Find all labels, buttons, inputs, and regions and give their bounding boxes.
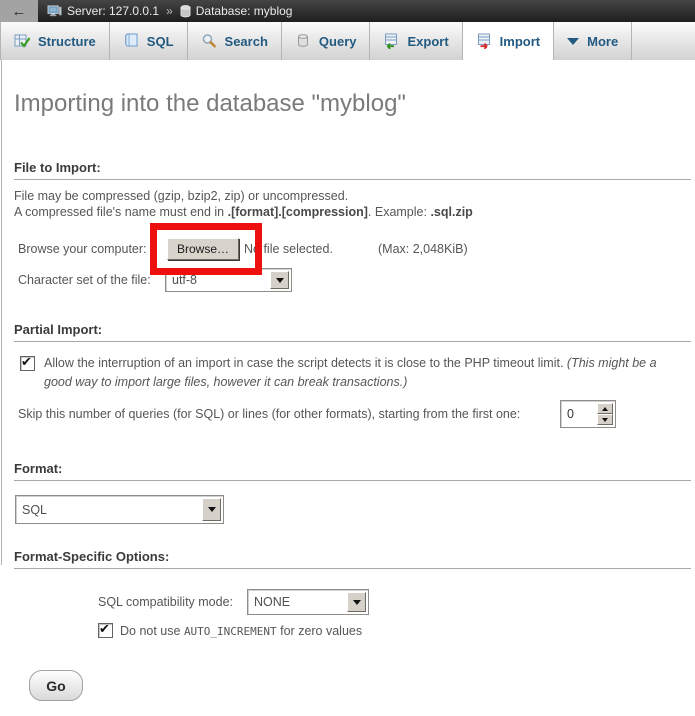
line2-mid: . Example: [368, 205, 431, 219]
sql-compat-select-arrow-icon[interactable] [347, 592, 366, 612]
section-heading-format: Format: [14, 461, 691, 481]
search-icon [201, 33, 217, 49]
tab-more[interactable]: More [554, 22, 632, 60]
section-heading-format-specific: Format-Specific Options: [14, 549, 691, 569]
spinner-down-button[interactable] [597, 414, 613, 425]
compression-info-line2: A compressed file's name must end in .[f… [14, 205, 473, 219]
allow-text-normal: Allow the interruption of an import in c… [44, 356, 567, 370]
sql-compat-select[interactable]: NONE [247, 589, 369, 615]
browse-button-label: Browse… [177, 242, 229, 256]
auto-increment-label: Do not use AUTO_INCREMENT for zero value… [120, 624, 362, 638]
browse-button[interactable]: Browse… [167, 238, 239, 260]
page-title: Importing into the database "myblog" [14, 90, 406, 118]
server-icon [47, 5, 62, 18]
section-heading-partial-import: Partial Import: [14, 322, 691, 342]
skip-queries-input[interactable]: 0 [560, 400, 616, 428]
allow-interruption-label: Allow the interruption of an import in c… [44, 354, 678, 392]
auto-increment-checkbox[interactable]: ✔ [98, 623, 113, 638]
phpmyadmin-import-page: ← Server: 127.0.0.1 » Database: myblog [0, 0, 695, 716]
tab-query[interactable]: Query [282, 22, 371, 60]
export-icon [383, 33, 399, 49]
go-button-label: Go [46, 678, 65, 694]
go-button[interactable]: Go [29, 670, 83, 701]
format-select-arrow-icon[interactable] [202, 498, 221, 521]
content-left-border [1, 60, 2, 565]
query-icon [295, 33, 311, 49]
compression-info-line1: File may be compressed (gzip, bzip2, zip… [14, 189, 348, 203]
skip-queries-label: Skip this number of queries (for SQL) or… [18, 407, 520, 421]
main-content: Importing into the database "myblog" Fil… [0, 60, 695, 716]
section-heading-file-to-import: File to Import: [14, 160, 691, 180]
sql-compat-label: SQL compatibility mode: [98, 595, 233, 609]
skip-queries-value: 0 [567, 407, 574, 421]
tab-sql[interactable]: SQL [110, 22, 188, 60]
tab-search[interactable]: Search [188, 22, 282, 60]
allow-interruption-checkbox[interactable]: ✔ [20, 356, 35, 371]
chevron-down-icon [567, 38, 579, 45]
auto-increment-code: AUTO_INCREMENT [184, 625, 277, 638]
sql-icon [123, 33, 139, 49]
line2-format-pattern: .[format].[compression] [228, 205, 368, 219]
tab-bar: Structure SQL Search Query [0, 22, 695, 60]
tab-label: Query [319, 34, 357, 49]
no-file-selected-text: No file selected. [244, 242, 333, 256]
auto-increment-suffix: for zero values [277, 624, 362, 638]
format-select-value: SQL [22, 503, 47, 517]
tab-label: Search [225, 34, 268, 49]
breadcrumb-server-link[interactable]: Server: 127.0.0.1 [67, 4, 159, 18]
skip-queries-spinner [597, 403, 613, 425]
tab-label: SQL [147, 34, 174, 49]
import-icon [476, 33, 492, 49]
spinner-up-button[interactable] [597, 403, 613, 414]
tab-label: More [587, 34, 618, 49]
charset-label: Character set of the file: [18, 273, 151, 287]
charset-select-arrow-icon[interactable] [270, 271, 289, 289]
tab-label: Structure [38, 34, 96, 49]
database-icon [180, 5, 191, 18]
charset-select[interactable]: utf-8 [165, 268, 292, 292]
line2-prefix: A compressed file's name must end in [14, 205, 228, 219]
auto-increment-prefix: Do not use [120, 624, 184, 638]
tab-label: Import [500, 34, 540, 49]
breadcrumb-separator: » [166, 4, 173, 18]
sql-compat-select-value: NONE [254, 595, 290, 609]
checkmark-icon: ✔ [21, 354, 32, 370]
breadcrumb-database-link[interactable]: Database: myblog [196, 4, 293, 18]
checkmark-icon: ✔ [99, 621, 110, 637]
line2-example: .sql.zip [430, 205, 472, 219]
charset-select-value: utf-8 [172, 273, 197, 287]
breadcrumb: Server: 127.0.0.1 » Database: myblog [47, 4, 292, 18]
tab-structure[interactable]: Structure [0, 22, 110, 60]
tab-label: Export [407, 34, 448, 49]
max-size-text: (Max: 2,048KiB) [378, 242, 468, 256]
tab-import[interactable]: Import [463, 22, 554, 60]
back-arrow-icon: ← [12, 3, 27, 20]
structure-icon [14, 33, 30, 49]
breadcrumb-bar: ← Server: 127.0.0.1 » Database: myblog [0, 0, 695, 22]
tab-export[interactable]: Export [370, 22, 462, 60]
back-button[interactable]: ← [0, 0, 38, 22]
browse-computer-label: Browse your computer: [18, 242, 147, 256]
format-select[interactable]: SQL [15, 495, 224, 524]
